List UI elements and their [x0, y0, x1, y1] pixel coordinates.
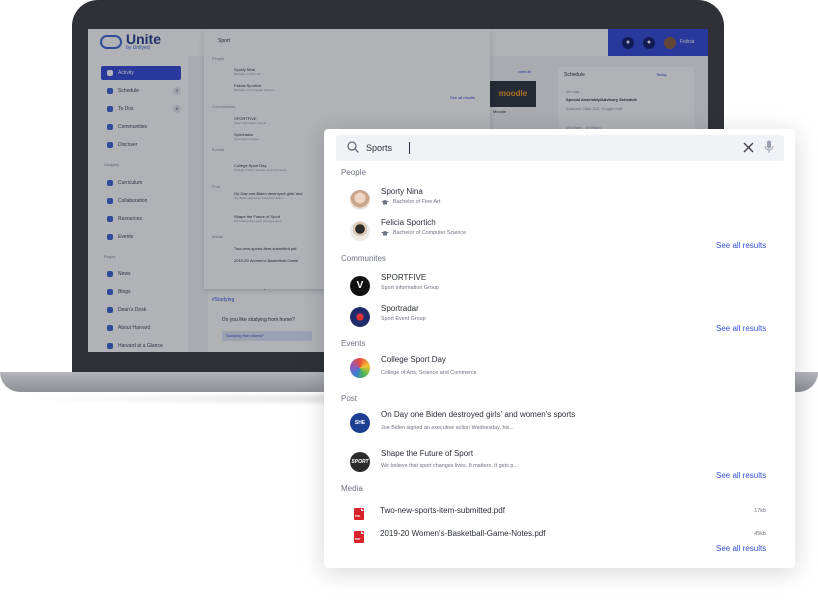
close-icon[interactable] — [743, 142, 754, 153]
result-subtitle: Bachelor of Fine Art — [381, 199, 440, 205]
result-subtitle: Sport Information Group — [381, 285, 439, 291]
file-type-label: PDF — [355, 538, 361, 541]
result-subtitle: Bachelor of Computer Science — [381, 230, 466, 236]
result-title: SPORTFIVE — [381, 273, 427, 282]
result-title: 2019-20 Women's-Basketball-Game-Notes.pd… — [380, 529, 546, 538]
search-input[interactable] — [366, 135, 696, 161]
marketing-visual: Unite by Unifyed ● ● Felicia Activity Sc… — [0, 0, 818, 602]
search-results-card: People Sporty Nina Bachelor of Fine Art … — [324, 129, 795, 568]
text-cursor — [409, 142, 410, 154]
graduation-cap-icon — [381, 230, 389, 235]
result-person[interactable]: Sporty Nina Bachelor of Fine Art — [350, 187, 780, 213]
file-type-label: PDF — [355, 515, 361, 518]
search-bar[interactable] — [336, 135, 784, 161]
search-icon — [347, 141, 359, 153]
result-title: College Sport Day — [381, 355, 446, 364]
avatar — [350, 221, 370, 241]
file-size: 17kb — [754, 508, 766, 514]
graduation-cap-icon — [381, 199, 389, 204]
see-all-media-link[interactable]: See all results — [716, 544, 766, 553]
file-size: 45kb — [754, 531, 766, 537]
section-communities: Communites — [341, 254, 386, 263]
pdf-file-icon: PDF — [354, 508, 364, 520]
result-title: Sportradar — [381, 304, 419, 313]
result-subtitle: We believe that sport changes lives. It … — [381, 463, 518, 469]
result-subtitle-text: Bachelor of Computer Science — [393, 230, 467, 236]
result-title: Two-new-sports-item-submitted.pdf — [380, 506, 505, 515]
result-community[interactable]: V SPORTFIVE Sport Information Group — [350, 273, 780, 299]
post-thumbnail-icon: SPORT — [350, 452, 370, 472]
sport-day-logo-icon — [350, 358, 370, 378]
result-post[interactable]: SHE On Day one Biden destroyed girls' an… — [350, 410, 780, 436]
sportfive-logo-icon: V — [350, 276, 370, 296]
result-subtitle: Joe Biden signed an executive action Wed… — [381, 425, 514, 431]
microphone-icon[interactable] — [764, 140, 774, 155]
result-title: Shape the Future of Sport — [381, 449, 474, 458]
section-post: Post — [341, 394, 358, 403]
result-subtitle: Sport Event Group — [381, 316, 426, 322]
avatar — [350, 190, 370, 210]
section-events: Events — [341, 339, 366, 348]
see-all-posts-link[interactable]: See all results — [716, 471, 766, 480]
result-subtitle-text: Bachelor of Fine Art — [393, 199, 441, 205]
result-title: Sporty Nina — [381, 187, 423, 196]
pdf-file-icon: PDF — [354, 531, 364, 543]
result-subtitle: College of Arts, Science and Commerce — [381, 370, 477, 376]
result-title: Felicia Sportich — [381, 218, 436, 227]
post-thumbnail-icon: SHE — [350, 413, 370, 433]
sportradar-logo-icon — [350, 307, 370, 327]
section-media: Media — [341, 484, 363, 493]
result-event[interactable]: College Sport Day College of Arts, Scien… — [350, 355, 780, 381]
section-people: People — [341, 168, 366, 177]
see-all-people-link[interactable]: See all results — [716, 241, 766, 250]
see-all-communities-link[interactable]: See all results — [716, 324, 766, 333]
result-title: On Day one Biden destroyed girls' and wo… — [381, 410, 576, 419]
